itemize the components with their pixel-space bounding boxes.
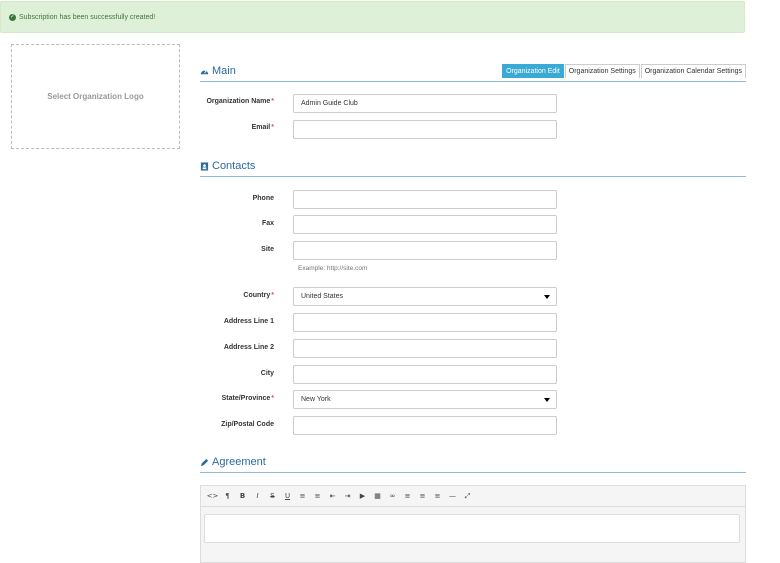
tab-organization-edit[interactable]: Organization Edit	[502, 64, 564, 78]
contacts-title: Contacts	[200, 160, 255, 172]
address1-label: Address Line 1	[223, 318, 274, 325]
address2-label: Address Line 2	[223, 344, 274, 351]
align-right-icon[interactable]: ≡	[430, 492, 445, 500]
ordered-list-icon[interactable]: ≡	[310, 492, 325, 500]
country-label: Country*	[243, 292, 274, 299]
outdent-icon[interactable]: ⇤	[325, 492, 340, 500]
state-select[interactable]: New York	[293, 390, 557, 409]
link-icon[interactable]: ∞	[385, 492, 400, 500]
city-label: City	[260, 370, 274, 377]
table-icon[interactable]: ▦	[370, 492, 385, 500]
check-circle-icon: ✓	[9, 13, 16, 21]
indent-icon[interactable]: ⇥	[340, 492, 355, 500]
align-center-icon[interactable]: ≡	[415, 492, 430, 500]
org-name-input[interactable]: Admin Guide Club	[293, 94, 557, 113]
dashboard-icon	[200, 69, 209, 74]
horizontal-rule-icon[interactable]: —	[445, 492, 460, 500]
address2-input[interactable]	[293, 339, 557, 358]
agreement-editor-textarea[interactable]	[204, 514, 740, 543]
zip-label: Zip/Postal Code	[221, 421, 274, 428]
fax-label: Fax	[261, 220, 274, 227]
agreement-section-header: Agreement	[200, 456, 746, 473]
org-name-label: Organization Name*	[206, 98, 274, 105]
unordered-list-icon[interactable]: ≡	[295, 492, 310, 500]
logo-label: Select Organization Logo	[47, 92, 144, 101]
email-label: Email*	[251, 124, 274, 131]
site-hint: Example: http://site.com	[298, 265, 368, 272]
fax-input[interactable]	[293, 215, 557, 234]
success-alert: ✓ Subscription has been successfully cre…	[0, 1, 745, 33]
main-title: Main	[200, 65, 236, 77]
state-label: State/Province*	[221, 395, 274, 402]
caret-down-icon	[544, 398, 550, 402]
editor-toolbar: <> ¶ B I S U ≡ ≡ ⇤ ⇥ ▶ ▦ ∞ ≡ ≡ ≡ — ⤢	[200, 485, 746, 507]
address-book-icon	[200, 161, 209, 171]
bold-icon[interactable]: B	[235, 492, 250, 500]
agreement-title: Agreement	[200, 456, 266, 468]
italic-icon[interactable]: I	[250, 492, 265, 500]
phone-label: Phone	[252, 195, 274, 202]
paragraph-icon[interactable]: ¶	[220, 492, 235, 500]
contacts-section-header: Contacts	[200, 160, 746, 177]
tab-organization-settings[interactable]: Organization Settings	[564, 64, 640, 78]
video-icon[interactable]: ▶	[355, 492, 370, 500]
site-label: Site	[261, 246, 274, 253]
underline-icon[interactable]: U	[280, 492, 295, 500]
phone-input[interactable]	[293, 190, 557, 209]
strikethrough-icon[interactable]: S	[265, 492, 280, 500]
code-icon[interactable]: <>	[205, 492, 220, 500]
select-logo-dropzone[interactable]: Select Organization Logo	[11, 44, 180, 149]
pencil-icon	[200, 458, 209, 466]
site-input[interactable]	[293, 241, 557, 260]
caret-down-icon	[544, 295, 550, 299]
align-left-icon[interactable]: ≡	[400, 492, 415, 500]
address1-input[interactable]	[293, 313, 557, 332]
alert-text: Subscription has been successfully creat…	[19, 13, 156, 21]
fullscreen-icon[interactable]: ⤢	[460, 492, 475, 501]
zip-input[interactable]	[293, 416, 557, 435]
main-section-header: Main Organization Edit Organization Sett…	[200, 64, 746, 82]
email-input[interactable]	[293, 120, 557, 139]
tab-organization-calendar-settings[interactable]: Organization Calendar Settings	[640, 64, 746, 78]
main-tabs: Organization Edit Organization Settings …	[501, 64, 746, 78]
city-input[interactable]	[293, 365, 557, 384]
country-select[interactable]: United States	[293, 287, 557, 306]
